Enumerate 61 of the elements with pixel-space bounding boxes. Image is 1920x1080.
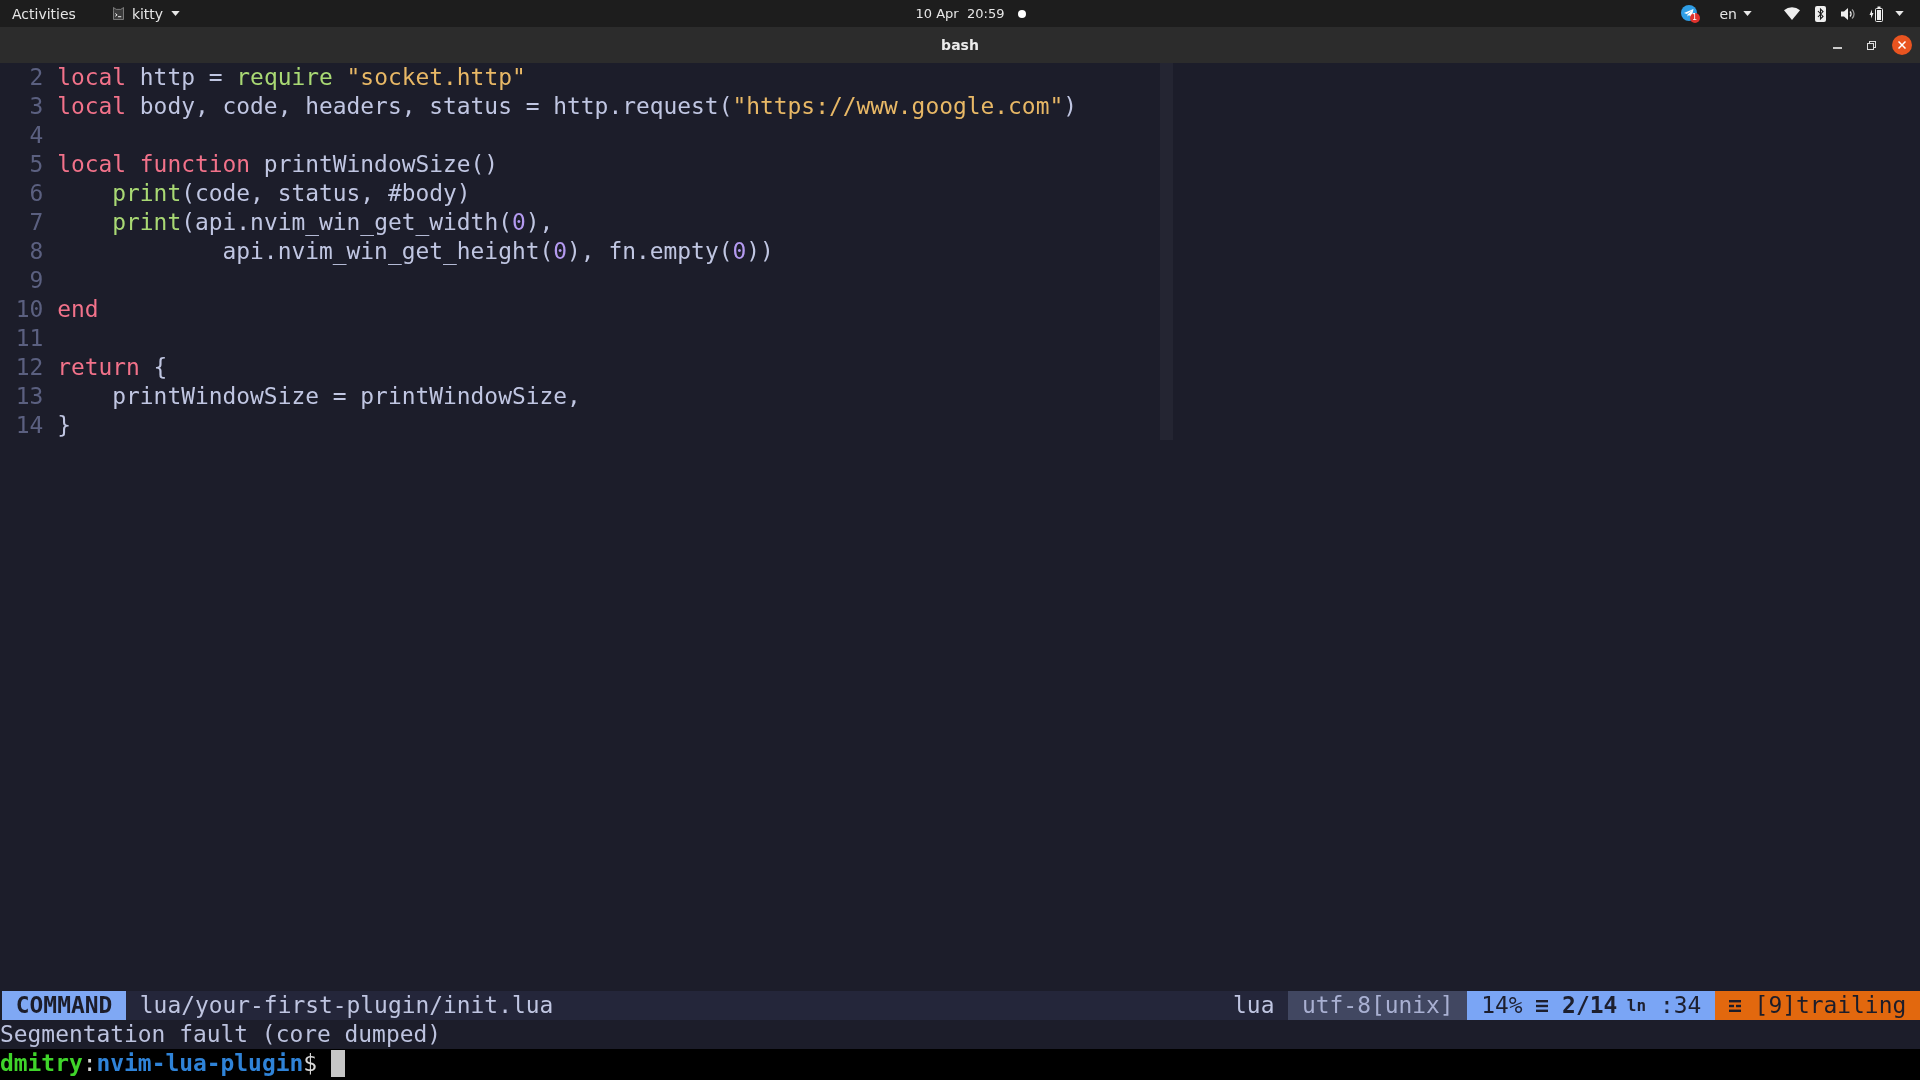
- line-number: 10: [14, 295, 44, 324]
- code-line: end: [57, 295, 99, 324]
- trigram-icon: [1728, 999, 1741, 1012]
- bluetooth-icon[interactable]: [1815, 5, 1826, 22]
- line-number: 9: [28, 266, 44, 295]
- line-number: 6: [28, 179, 44, 208]
- line-number: 7: [28, 208, 44, 237]
- close-icon: [1898, 41, 1906, 49]
- restore-icon: [1866, 40, 1876, 50]
- prompt-directory: nvim-lua-plugin: [96, 1049, 304, 1078]
- caret-icon: [1895, 11, 1904, 16]
- encoding-label: utf-8[unix]: [1288, 991, 1468, 1020]
- date-time: 10 Apr 20:59: [915, 4, 1005, 23]
- paper-plane-icon[interactable]: [1680, 4, 1697, 21]
- prompt-separator: :: [82, 1049, 97, 1078]
- activities-button[interactable]: Activities: [12, 3, 76, 24]
- line-number: 5: [28, 150, 44, 179]
- three-lines-icon: [1536, 999, 1549, 1012]
- line-number: 13: [14, 382, 44, 411]
- app-menu[interactable]: kitty: [112, 3, 181, 24]
- cat-terminal-icon: [112, 7, 124, 20]
- column-position: :34: [1659, 991, 1702, 1020]
- code-line: print(code, status, #body): [112, 179, 471, 208]
- trailing-warning: [9]trailing: [1754, 991, 1907, 1020]
- code-line: return {: [57, 353, 168, 382]
- code-line: api.nvim_win_get_height(0), fn.empty(0)): [222, 237, 774, 266]
- caret-icon: [171, 11, 181, 16]
- code-line: print(api.nvim_win_get_width(0),: [112, 208, 554, 237]
- prompt-symbol: $: [303, 1049, 318, 1078]
- line-number: 2: [28, 63, 44, 92]
- file-path: lua/your-first-plugin/init.lua: [139, 991, 554, 1020]
- notification-badge: 1: [1689, 12, 1700, 23]
- code-line: local http = require "socket.http": [57, 63, 526, 92]
- filetype-label: lua: [1232, 991, 1276, 1020]
- column-symbol: ln: [1626, 995, 1647, 1017]
- line-number: 3: [28, 92, 44, 121]
- minimize-icon: [1832, 47, 1842, 49]
- line-position: 2/14: [1562, 991, 1618, 1020]
- line-number: 12: [14, 353, 44, 382]
- volume-icon[interactable]: [1841, 6, 1856, 21]
- wifi-icon[interactable]: [1784, 7, 1800, 20]
- prompt-user: dmitry: [0, 1049, 83, 1078]
- line-number: 11: [14, 324, 44, 353]
- code-line: local body, code, headers, status = http.request("https://www.google.com"): [57, 92, 1077, 121]
- language-menu[interactable]: en: [1719, 3, 1752, 24]
- text-cursor-icon: [330, 1050, 345, 1077]
- line-number: 14: [14, 411, 44, 440]
- clock-button[interactable]: 10 Apr 20:59: [893, 3, 1027, 24]
- error-message: Segmentation fault (core dumped): [0, 1020, 441, 1049]
- close-button[interactable]: [1892, 35, 1912, 55]
- status-dot-icon: [1018, 9, 1027, 18]
- battery-icon[interactable]: [1868, 5, 1884, 22]
- code-line: }: [57, 411, 71, 440]
- caret-icon: [1743, 11, 1752, 16]
- line-number: 8: [28, 237, 44, 266]
- mode-indicator: COMMAND: [2, 991, 127, 1020]
- code-line: printWindowSize = printWindowSize,: [112, 382, 581, 411]
- percent-label: 14%: [1481, 991, 1523, 1020]
- code-line: local function printWindowSize(): [57, 150, 499, 179]
- line-number: 4: [28, 121, 44, 150]
- window-title: bash: [941, 35, 979, 55]
